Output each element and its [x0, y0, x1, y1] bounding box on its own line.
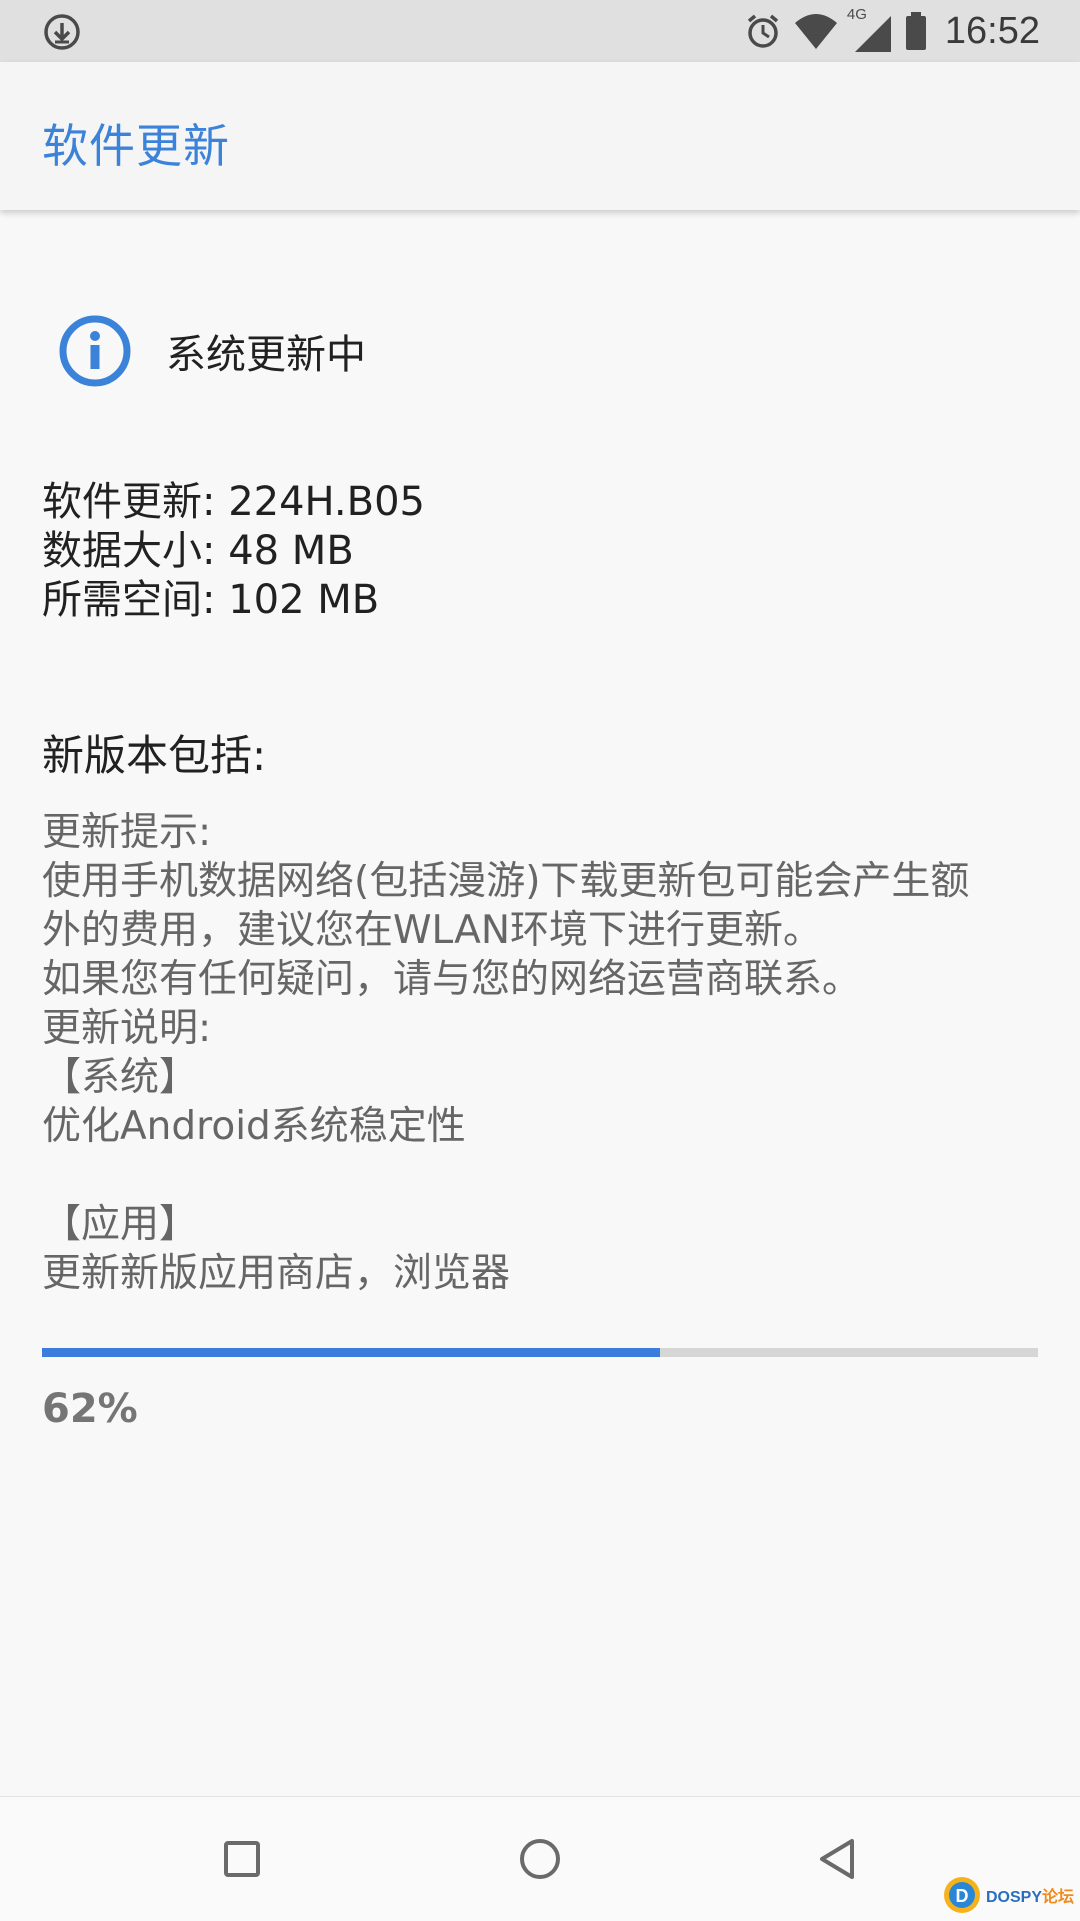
update-status: 系统更新中	[58, 314, 366, 388]
space-required-info: 所需空间: 102 MB	[42, 577, 380, 623]
version-info: 软件更新: 224H.B05	[42, 479, 425, 525]
watermark: D DOSPY论坛	[942, 1875, 1074, 1915]
release-notes-heading: 新版本包括:	[42, 731, 267, 780]
dospy-logo: D	[943, 1877, 980, 1913]
battery-icon	[905, 12, 926, 50]
download-icon	[44, 14, 80, 50]
status-bar: 4G 16:52	[0, 0, 1080, 62]
home-icon	[520, 1839, 560, 1879]
page-title: 软件更新	[42, 119, 230, 173]
back-icon	[820, 1839, 854, 1879]
status-time: 16:52	[944, 9, 1040, 52]
release-note-line: 【应用】	[42, 1202, 199, 1247]
release-note-line: 更新说明:	[42, 1006, 212, 1051]
progress-bar	[42, 1348, 1038, 1357]
home-button[interactable]	[510, 1829, 570, 1889]
release-note-line: 更新提示:	[42, 810, 212, 855]
update-details: 软件更新: 224H.B05 数据大小: 48 MB 所需空间: 102 MB	[42, 478, 425, 625]
alarm-icon	[747, 14, 779, 48]
release-notes: 更新提示: 使用手机数据网络(包括漫游)下载更新包可能会产生额 外的费用，建议您…	[42, 808, 1042, 1298]
release-note-line: 如果您有任何疑问，请与您的网络运营商联系。	[42, 957, 862, 1002]
progress-bar-fill	[42, 1348, 660, 1357]
release-note-line: 优化Android系统稳定性	[42, 1104, 466, 1149]
cellular-signal-icon: 4G	[846, 6, 895, 54]
recent-apps-icon	[224, 1841, 260, 1877]
app-bar: 软件更新	[0, 62, 1080, 210]
release-note-line: 外的费用，建议您在WLAN环境下进行更新。	[42, 908, 823, 953]
release-note-line	[42, 1151, 1042, 1200]
progress-percent: 62%	[42, 1386, 138, 1432]
network-type-label: 4G	[846, 6, 867, 23]
recent-apps-button[interactable]	[212, 1829, 272, 1889]
release-note-line: 更新新版应用商店，浏览器	[42, 1251, 511, 1296]
watermark-text: DOSPY论坛	[985, 1889, 1074, 1906]
navigation-bar: D DOSPY论坛	[0, 1796, 1080, 1921]
data-size-info: 数据大小: 48 MB	[42, 528, 354, 574]
release-note-line: 【系统】	[42, 1055, 199, 1100]
update-status-text: 系统更新中	[166, 332, 366, 378]
wifi-icon	[794, 14, 837, 49]
release-note-line: 使用手机数据网络(包括漫游)下载更新包可能会产生额	[42, 859, 970, 904]
svg-text:D: D	[955, 1886, 968, 1906]
back-button[interactable]	[808, 1829, 868, 1889]
status-icons: 4G 16:52	[743, 0, 1040, 62]
info-icon	[59, 315, 131, 387]
